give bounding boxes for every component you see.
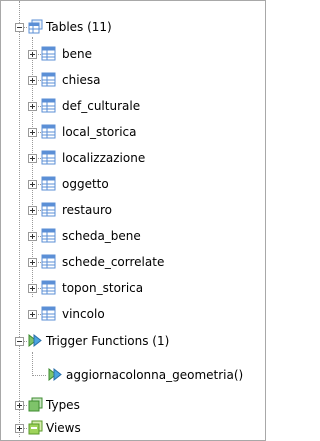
tree-node-tables[interactable]: Tables (11): [15, 17, 255, 37]
table-label: topon_storica: [62, 281, 144, 295]
table-icon: [41, 176, 56, 191]
table-icon: [41, 72, 56, 87]
table-icon: [41, 98, 56, 113]
expand-toggle[interactable]: [28, 284, 37, 293]
table-icon: [41, 46, 56, 61]
trigger-function-label: aggiornacolonna_geometria(): [66, 368, 244, 382]
tree-node-table[interactable]: schede_correlate: [28, 252, 258, 272]
tree-node-types[interactable]: Types: [15, 395, 255, 415]
table-label: restauro: [62, 203, 112, 217]
tree-node-table[interactable]: bene: [28, 44, 258, 64]
table-label: vincolo: [62, 307, 105, 321]
collapse-toggle[interactable]: [15, 337, 24, 346]
tree-connector: [32, 375, 46, 376]
expand-toggle[interactable]: [28, 154, 37, 163]
tree-node-table[interactable]: def_culturale: [28, 96, 258, 116]
tree-node-table[interactable]: restauro: [28, 200, 258, 220]
expand-toggle[interactable]: [15, 424, 24, 433]
tree-node-trigger-function[interactable]: aggiornacolonna_geometria(): [48, 365, 263, 385]
table-label: schede_correlate: [62, 255, 165, 269]
views-icon: [28, 420, 43, 435]
tree-node-table[interactable]: vincolo: [28, 304, 258, 324]
tree-node-table[interactable]: chiesa: [28, 70, 258, 90]
tree-node-views[interactable]: Views: [15, 418, 255, 438]
tree-node-table[interactable]: scheda_bene: [28, 226, 258, 246]
types-icon: [28, 397, 43, 412]
types-group-label: Types: [46, 398, 80, 412]
tables-group-label: Tables (11): [46, 20, 112, 34]
table-icon: [41, 124, 56, 139]
table-label: oggetto: [62, 177, 109, 191]
tree-node-table[interactable]: oggetto: [28, 174, 258, 194]
table-icon: [41, 202, 56, 217]
table-icon: [41, 280, 56, 295]
object-tree: Tables (11) bene chiesa def_culturalelocal…: [1, 1, 265, 440]
views-group-label: Views: [46, 421, 81, 435]
tree-node-table[interactable]: topon_storica: [28, 278, 258, 298]
object-browser-panel: Tables (11) bene chiesa def_culturalelocal…: [0, 0, 266, 441]
tree-node-table[interactable]: local_storica: [28, 122, 258, 142]
expand-toggle[interactable]: [28, 102, 37, 111]
table-label: scheda_bene: [62, 229, 141, 243]
expand-toggle[interactable]: [28, 180, 37, 189]
table-label: localizzazione: [62, 151, 146, 165]
collapse-toggle[interactable]: [15, 23, 24, 32]
table-label: def_culturale: [62, 99, 141, 113]
trigger-functions-group-label: Trigger Functions (1): [46, 334, 170, 348]
expand-toggle[interactable]: [15, 401, 24, 410]
expand-toggle[interactable]: [28, 50, 37, 59]
table-icon: [41, 306, 56, 321]
table-icon: [41, 254, 56, 269]
trigger-function-icon: [48, 367, 62, 382]
table-label: bene: [62, 47, 92, 61]
tree-node-trigger-functions[interactable]: Trigger Functions (1): [15, 331, 255, 351]
table-label: chiesa: [62, 73, 101, 87]
expand-toggle[interactable]: [28, 76, 37, 85]
tree-guide-line: [19, 1, 20, 437]
expand-toggle[interactable]: [28, 258, 37, 267]
table-icon: [41, 228, 56, 243]
trigger-functions-icon: [28, 333, 42, 348]
table-icon: [41, 150, 56, 165]
expand-toggle[interactable]: [28, 310, 37, 319]
tree-guide-line: [32, 352, 33, 374]
tables-icon: [28, 19, 43, 34]
expand-toggle[interactable]: [28, 128, 37, 137]
table-label: local_storica: [62, 125, 137, 139]
expand-toggle[interactable]: [28, 206, 37, 215]
expand-toggle[interactable]: [28, 232, 37, 241]
tree-node-table[interactable]: localizzazione: [28, 148, 258, 168]
